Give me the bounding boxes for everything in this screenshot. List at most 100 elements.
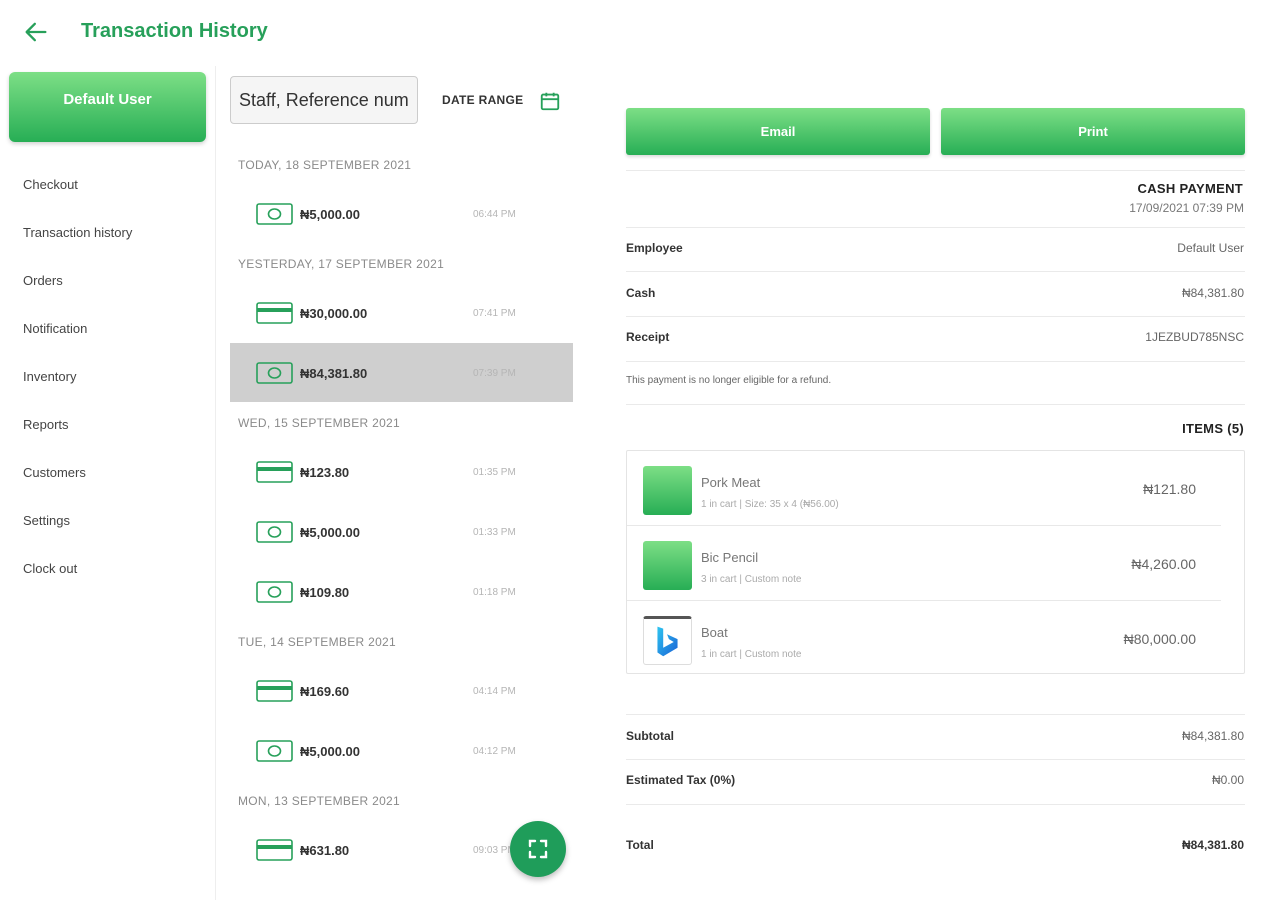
date-header: TODAY, 18 SEPTEMBER 2021: [238, 158, 412, 172]
sidebar-item-clock-out[interactable]: Clock out: [23, 561, 77, 576]
divider: [626, 714, 1245, 715]
item-price: ₦4,260.00: [1131, 556, 1196, 572]
cash-icon: [256, 203, 293, 225]
card-icon: [256, 461, 293, 483]
transaction-time: 04:14 PM: [473, 686, 516, 697]
transaction-time: 04:12 PM: [473, 746, 516, 757]
sidebar: Default User Checkout Transaction histor…: [0, 66, 216, 900]
total-label: Total: [626, 838, 654, 852]
transaction-amount: ₦109.80: [300, 585, 350, 600]
tax-label: Estimated Tax (0%): [626, 773, 736, 787]
card-icon: [256, 302, 293, 324]
payment-datetime: 17/09/2021 07:39 PM: [1129, 201, 1244, 215]
item-name: Bic Pencil: [701, 550, 759, 565]
cash-value: ₦84,381.80: [1181, 286, 1244, 300]
sidebar-item-reports[interactable]: Reports: [23, 417, 69, 432]
transaction-amount: ₦631.80: [300, 843, 350, 858]
item-meta: 1 in cart | Custom note: [701, 649, 802, 660]
transaction-amount: ₦84,381.80: [300, 366, 368, 381]
list-item[interactable]: Pork Meat 1 in cart | Size: 35 x 4 (₦56.…: [627, 451, 1221, 526]
subtotal-label: Subtotal: [626, 729, 674, 743]
tax-value: ₦0.00: [1211, 773, 1244, 787]
item-name: Pork Meat: [701, 475, 761, 490]
search-input[interactable]: [230, 76, 418, 124]
transaction-amount: ₦123.80: [300, 465, 350, 480]
sidebar-item-inventory[interactable]: Inventory: [23, 369, 76, 384]
fullscreen-fab-button[interactable]: [510, 821, 566, 877]
cash-icon: [256, 362, 293, 384]
sidebar-item-notification[interactable]: Notification: [23, 321, 87, 336]
back-arrow-icon[interactable]: [22, 18, 50, 46]
transaction-amount: ₦5,000.00: [300, 744, 360, 759]
email-button[interactable]: Email: [626, 108, 930, 155]
sidebar-item-transaction-history[interactable]: Transaction history: [23, 225, 132, 240]
print-button[interactable]: Print: [941, 108, 1245, 155]
date-header: MON, 13 SEPTEMBER 2021: [238, 794, 400, 808]
total-value: ₦84,381.80: [1181, 838, 1244, 852]
item-price: ₦121.80: [1143, 481, 1196, 497]
employee-label: Employee: [626, 241, 683, 255]
items-list: Pork Meat 1 in cart | Size: 35 x 4 (₦56.…: [626, 450, 1245, 674]
transaction-time: 01:18 PM: [473, 587, 516, 598]
cash-icon: [256, 581, 293, 603]
divider: [626, 759, 1245, 760]
transaction-amount: ₦169.60: [300, 684, 350, 699]
card-icon: [256, 680, 293, 702]
date-header: TUE, 14 SEPTEMBER 2021: [238, 635, 396, 649]
transaction-amount: ₦5,000.00: [300, 525, 360, 540]
divider: [626, 404, 1245, 405]
cash-icon: [256, 740, 293, 762]
payment-type: CASH PAYMENT: [1137, 181, 1243, 196]
default-user-button[interactable]: Default User: [9, 72, 206, 142]
divider: [626, 316, 1245, 317]
transaction-row-selected[interactable]: ₦84,381.80 07:39 PM: [230, 343, 573, 402]
transaction-row[interactable]: ₦123.80 01:35 PM: [230, 442, 573, 501]
item-thumbnail: [643, 541, 692, 590]
transaction-row[interactable]: ₦5,000.00 04:12 PM: [230, 721, 573, 780]
divider: [626, 804, 1245, 805]
item-meta: 3 in cart | Custom note: [701, 574, 802, 585]
transaction-row[interactable]: ₦109.80 01:18 PM: [230, 562, 573, 621]
transaction-time: 07:41 PM: [473, 308, 516, 319]
transaction-row[interactable]: ₦30,000.00 07:41 PM: [230, 283, 573, 342]
receipt-value: 1JEZBUD785NSC: [1145, 330, 1244, 344]
divider: [626, 361, 1245, 362]
card-icon: [256, 839, 293, 861]
sidebar-item-checkout[interactable]: Checkout: [23, 177, 78, 192]
cash-icon: [256, 521, 293, 543]
sidebar-item-customers[interactable]: Customers: [23, 465, 86, 480]
transaction-time: 01:33 PM: [473, 527, 516, 538]
transaction-time: 01:35 PM: [473, 467, 516, 478]
transaction-amount: ₦5,000.00: [300, 207, 360, 222]
transaction-row[interactable]: ₦5,000.00 01:33 PM: [230, 502, 573, 561]
receipt-label: Receipt: [626, 330, 670, 344]
page-title: Transaction History: [81, 20, 268, 42]
refund-note: This payment is no longer eligible for a…: [626, 375, 832, 386]
item-thumbnail: [643, 466, 692, 515]
bing-logo-icon: [657, 626, 678, 657]
subtotal-value: ₦84,381.80: [1181, 729, 1244, 743]
item-price: ₦80,000.00: [1123, 631, 1196, 647]
divider: [626, 170, 1245, 171]
item-thumbnail: [643, 616, 692, 665]
divider: [626, 227, 1245, 228]
transaction-row[interactable]: ₦169.60 04:14 PM: [230, 661, 573, 720]
items-title: ITEMS (5): [1182, 421, 1244, 436]
employee-value: Default User: [1177, 241, 1244, 255]
item-name: Boat: [701, 625, 728, 640]
transaction-time: 06:44 PM: [473, 209, 516, 220]
divider: [626, 271, 1245, 272]
sidebar-item-orders[interactable]: Orders: [23, 273, 63, 288]
cash-label: Cash: [626, 286, 656, 300]
transaction-time: 07:39 PM: [473, 368, 516, 379]
top-bar: Transaction History: [0, 0, 1280, 66]
item-meta: 1 in cart | Size: 35 x 4 (₦56.00): [701, 499, 839, 510]
fullscreen-icon: [528, 839, 548, 859]
list-item[interactable]: Bic Pencil 3 in cart | Custom note ₦4,26…: [627, 526, 1221, 601]
date-range-button[interactable]: DATE RANGE: [442, 93, 523, 107]
calendar-icon[interactable]: [539, 90, 561, 112]
sidebar-item-settings[interactable]: Settings: [23, 513, 70, 528]
transaction-row[interactable]: ₦5,000.00 06:44 PM: [230, 184, 573, 243]
transaction-amount: ₦30,000.00: [300, 306, 368, 321]
list-item[interactable]: Boat 1 in cart | Custom note ₦80,000.00: [627, 601, 1221, 676]
